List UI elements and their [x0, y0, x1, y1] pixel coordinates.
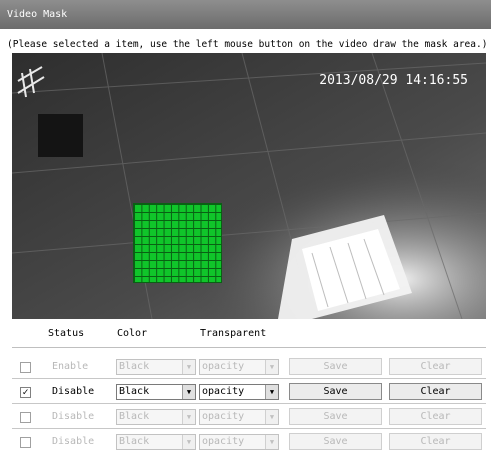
color-select[interactable]: Black ▼ [116, 384, 196, 400]
row-checkbox[interactable] [20, 412, 31, 423]
table-row: ✓ Disable Black ▼ opacity ▼ Save Clear [0, 380, 491, 404]
transparent-select-value: opacity [202, 361, 245, 372]
table-row: Enable Black ▼ opacity ▼ Save Clear [0, 355, 491, 379]
row-checkbox[interactable] [20, 362, 31, 373]
row-divider [12, 428, 486, 429]
row-divider [12, 403, 486, 404]
window-title: Video Mask [0, 0, 491, 29]
color-select[interactable]: Black ▼ [116, 359, 196, 375]
transparent-select[interactable]: opacity ▼ [199, 384, 279, 400]
camera-scene [12, 53, 486, 319]
transparent-select[interactable]: opacity ▼ [199, 409, 279, 425]
save-button[interactable]: Save [289, 383, 382, 400]
table-header: Status Color Transparent [0, 328, 491, 346]
triangle-down-icon: ▼ [182, 435, 195, 449]
row-status: Disable [52, 386, 95, 397]
triangle-down-icon: ▼ [265, 385, 278, 399]
mask-area-grid[interactable] [133, 203, 222, 283]
row-checkbox[interactable]: ✓ [20, 387, 31, 398]
row-status: Disable [52, 411, 95, 422]
transparent-select-value: opacity [202, 436, 245, 447]
color-select-value: Black [119, 411, 150, 422]
transparent-select[interactable]: opacity ▼ [199, 359, 279, 375]
instruction-text: (Please selected a item, use the left mo… [7, 39, 488, 50]
header-transparent: Transparent [200, 328, 267, 339]
row-checkbox[interactable] [20, 437, 31, 448]
row-status: Disable [52, 436, 95, 447]
header-divider [12, 347, 486, 348]
triangle-down-icon: ▼ [182, 360, 195, 374]
table-row: Disable Black ▼ opacity ▼ Save Clear [0, 430, 491, 454]
header-status: Status [48, 328, 85, 339]
video-preview[interactable]: 2013/08/29 14:16:55 [12, 53, 486, 319]
color-select[interactable]: Black ▼ [116, 434, 196, 450]
row-divider [12, 378, 486, 379]
color-select-value: Black [119, 386, 150, 397]
clear-button[interactable]: Clear [389, 383, 482, 400]
triangle-down-icon: ▼ [265, 435, 278, 449]
triangle-down-icon: ▼ [265, 360, 278, 374]
table-row: Disable Black ▼ opacity ▼ Save Clear [0, 405, 491, 429]
triangle-down-icon: ▼ [182, 385, 195, 399]
mask-area-dark[interactable] [38, 114, 83, 157]
color-select-value: Black [119, 436, 150, 447]
save-button[interactable]: Save [289, 408, 382, 425]
color-select-value: Black [119, 361, 150, 372]
clear-button[interactable]: Clear [389, 408, 482, 425]
clear-button[interactable]: Clear [389, 433, 482, 450]
transparent-select-value: opacity [202, 411, 245, 422]
header-color: Color [117, 328, 148, 339]
transparent-select[interactable]: opacity ▼ [199, 434, 279, 450]
triangle-down-icon: ▼ [265, 410, 278, 424]
color-select[interactable]: Black ▼ [116, 409, 196, 425]
transparent-select-value: opacity [202, 386, 245, 397]
row-status: Enable [52, 361, 89, 372]
save-button[interactable]: Save [289, 358, 382, 375]
save-button[interactable]: Save [289, 433, 382, 450]
triangle-down-icon: ▼ [182, 410, 195, 424]
video-timestamp: 2013/08/29 14:16:55 [319, 73, 468, 88]
clear-button[interactable]: Clear [389, 358, 482, 375]
